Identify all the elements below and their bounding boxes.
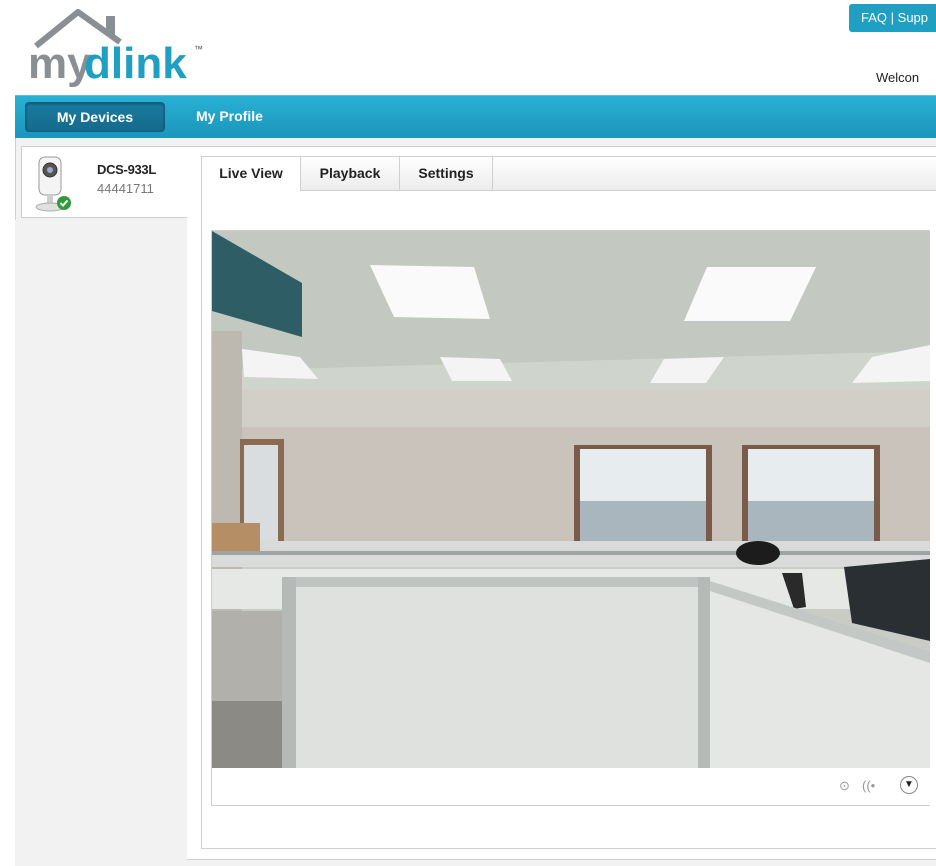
device-list-item[interactable]: DCS-933L 44441711 (21, 146, 188, 218)
help-links: FAQ | Supp (849, 4, 936, 32)
record-icon[interactable]: ⊙ (839, 778, 850, 794)
nav-my-devices[interactable]: My Devices (25, 102, 165, 132)
tab-settings[interactable]: Settings (400, 157, 493, 190)
svg-text:dlink: dlink (84, 39, 187, 88)
chevron-down-icon[interactable]: ▼ (900, 776, 918, 794)
audio-icon[interactable]: ((• (862, 778, 875, 793)
tab-bar: Live View Playback Settings (202, 157, 936, 191)
device-list-panel (15, 220, 187, 866)
player-controls: ⊙ ((• ▼ (212, 768, 930, 805)
link-separator: | (890, 10, 895, 25)
faq-link[interactable]: FAQ (861, 10, 887, 25)
tab-live-view[interactable]: Live View (202, 157, 301, 191)
nav-my-profile[interactable]: My Profile (196, 102, 263, 130)
device-id: 44441711 (97, 181, 154, 196)
trademark: ™ (194, 44, 203, 54)
main-nav: My Devices My Profile (15, 95, 936, 139)
mydlink-logo: my dlink ™ (28, 9, 203, 88)
camera-feed[interactable] (212, 231, 930, 768)
live-view-player: ⊙ ((• ▼ (211, 230, 930, 806)
tab-playback[interactable]: Playback (301, 157, 400, 190)
welcome-text: Welcon (876, 70, 920, 85)
support-link[interactable]: Supp (898, 10, 928, 25)
device-name: DCS-933L (97, 162, 157, 177)
camera-icon (35, 156, 71, 212)
svg-text:my: my (28, 39, 92, 88)
